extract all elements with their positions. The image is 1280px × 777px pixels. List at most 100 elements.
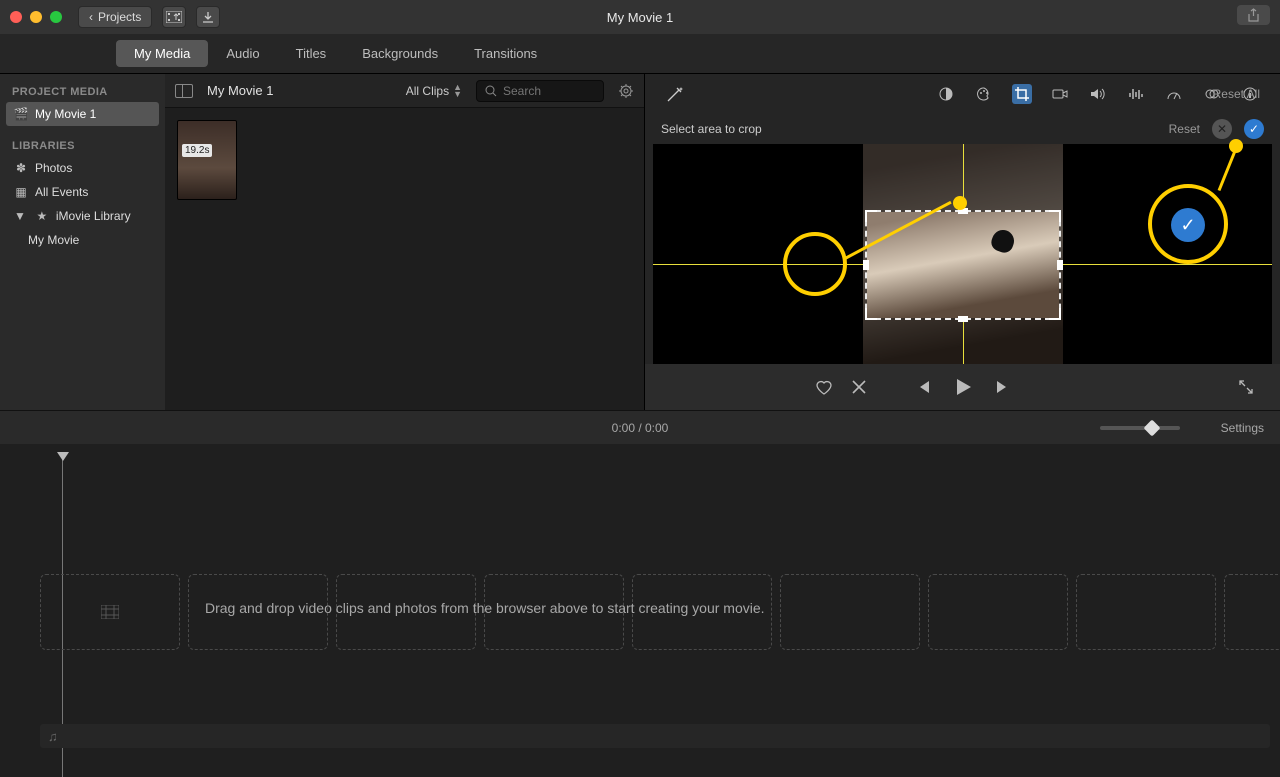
next-button[interactable] (995, 379, 1011, 395)
projects-back-button[interactable]: ‹ Projects (78, 6, 152, 28)
auto-enhance-button[interactable] (665, 84, 685, 104)
x-icon: ✕ (1217, 122, 1227, 136)
fullscreen-button[interactable] (1238, 379, 1254, 395)
equalizer-icon (1128, 87, 1144, 101)
sidebar-item-my-movie[interactable]: My Movie (6, 228, 159, 252)
zoom-knob[interactable] (1144, 419, 1161, 436)
music-note-icon: ♫ (48, 729, 58, 744)
all-events-label: All Events (35, 185, 88, 199)
color-correction-button[interactable] (974, 84, 994, 104)
magic-wand-icon (665, 84, 685, 104)
noise-reduction-button[interactable] (1126, 84, 1146, 104)
browser-toolbar: My Movie 1 All Clips ▲▼ (165, 74, 644, 108)
sidebar-item-photos[interactable]: ✽ Photos (6, 156, 159, 180)
play-button[interactable] (953, 377, 973, 397)
tab-backgrounds[interactable]: Backgrounds (344, 40, 456, 67)
reset-all-button[interactable]: Reset All (1213, 87, 1260, 101)
crop-instruction-text: Select area to crop (661, 122, 762, 136)
download-icon (202, 11, 214, 23)
download-button[interactable] (196, 6, 220, 28)
crop-handle-bottom-left[interactable] (865, 308, 877, 320)
clapperboard-icon: 🎬 (14, 107, 28, 121)
traffic-lights (10, 11, 62, 23)
adjustment-toolbar: Reset All (645, 74, 1280, 114)
color-balance-button[interactable] (936, 84, 956, 104)
clip-duration-badge: 19.2s (182, 144, 212, 157)
timeline-toolbar: 0:00 / 0:00 Settings (0, 410, 1280, 444)
sidebar: PROJECT MEDIA 🎬 My Movie 1 LIBRARIES ✽ P… (0, 74, 165, 410)
clip-slot[interactable] (1224, 574, 1280, 650)
volume-button[interactable] (1088, 84, 1108, 104)
crop-handle-top[interactable] (958, 208, 968, 214)
window-minimize-button[interactable] (30, 11, 42, 23)
timeline-settings-button[interactable]: Settings (1221, 421, 1264, 435)
clip-filter-dropdown[interactable]: All Clips ▲▼ (406, 84, 462, 98)
search-input[interactable] (503, 84, 593, 98)
browser-breadcrumb[interactable]: My Movie 1 (207, 83, 273, 98)
tab-transitions[interactable]: Transitions (456, 40, 555, 67)
media-clip[interactable]: 19.2s (177, 120, 237, 200)
favorite-button[interactable] (815, 379, 833, 395)
clip-slot[interactable] (780, 574, 920, 650)
sidebar-heading-project-media: PROJECT MEDIA (6, 82, 159, 102)
crop-subtoolbar: Select area to crop Reset ✕ ✓ (645, 114, 1280, 144)
tab-audio[interactable]: Audio (208, 40, 277, 67)
reject-button[interactable] (851, 379, 867, 395)
skip-back-icon (915, 379, 931, 395)
sidebar-item-imovie-library[interactable]: ▼ ★ iMovie Library (6, 204, 159, 228)
palette-icon (976, 86, 992, 102)
tab-titles[interactable]: Titles (278, 40, 345, 67)
import-media-button[interactable] (162, 6, 186, 28)
prev-button[interactable] (915, 379, 931, 395)
crop-rectangle[interactable] (865, 210, 1061, 320)
clip-slot[interactable] (928, 574, 1068, 650)
crop-button[interactable] (1012, 84, 1032, 104)
crop-reset-button[interactable]: Reset (1169, 122, 1200, 136)
clip-slot[interactable] (40, 574, 180, 650)
my-movie-label: My Movie (28, 233, 79, 247)
crop-apply-button[interactable]: ✓ (1244, 119, 1264, 139)
audio-track[interactable]: ♫ (40, 724, 1270, 748)
gear-icon (618, 83, 634, 99)
flower-icon: ✽ (14, 161, 28, 175)
crop-cancel-button[interactable]: ✕ (1212, 119, 1232, 139)
imovie-library-label: iMovie Library (56, 209, 131, 223)
crop-handle-right[interactable] (1057, 260, 1063, 270)
check-icon: ✓ (1249, 122, 1259, 136)
share-button[interactable] (1237, 5, 1270, 25)
browser-settings-button[interactable] (618, 83, 634, 99)
speed-button[interactable] (1164, 84, 1184, 104)
timeline[interactable]: Drag and drop video clips and photos fro… (0, 444, 1280, 777)
chevron-left-icon: ‹ (89, 10, 93, 24)
share-icon (1247, 8, 1260, 22)
tab-my-media[interactable]: My Media (116, 40, 208, 67)
window-close-button[interactable] (10, 11, 22, 23)
crop-handle-bottom-right[interactable] (1049, 308, 1061, 320)
sidebar-item-all-events[interactable]: ▦ All Events (6, 180, 159, 204)
crop-handle-bottom[interactable] (958, 316, 968, 322)
clips-grid: 19.2s (165, 108, 644, 410)
zoom-slider[interactable] (1100, 426, 1180, 430)
filmstrip-icon (166, 11, 182, 23)
speaker-icon (1090, 87, 1106, 101)
sidebar-item-project[interactable]: 🎬 My Movie 1 (6, 102, 159, 126)
photos-label: Photos (35, 161, 72, 175)
skip-forward-icon (995, 379, 1011, 395)
x-icon (851, 379, 867, 395)
crop-handle-top-left[interactable] (865, 210, 877, 222)
toggle-sidebar-button[interactable] (175, 84, 193, 98)
crop-handle-top-right[interactable] (1049, 210, 1061, 222)
crop-handle-left[interactable] (863, 260, 869, 270)
disclosure-triangle-icon: ▼ (14, 209, 26, 223)
search-icon (485, 85, 497, 97)
projects-label: Projects (98, 10, 141, 24)
heart-icon (815, 379, 833, 395)
window-zoom-button[interactable] (50, 11, 62, 23)
preview-canvas[interactable]: ✓ (653, 144, 1272, 364)
clip-slot[interactable] (1076, 574, 1216, 650)
annotation-apply-check: ✓ (1171, 208, 1205, 242)
stabilization-button[interactable] (1050, 84, 1070, 104)
up-down-icon: ▲▼ (453, 84, 462, 98)
media-tabs: My Media Audio Titles Backgrounds Transi… (0, 34, 1280, 74)
search-field[interactable] (476, 80, 604, 102)
